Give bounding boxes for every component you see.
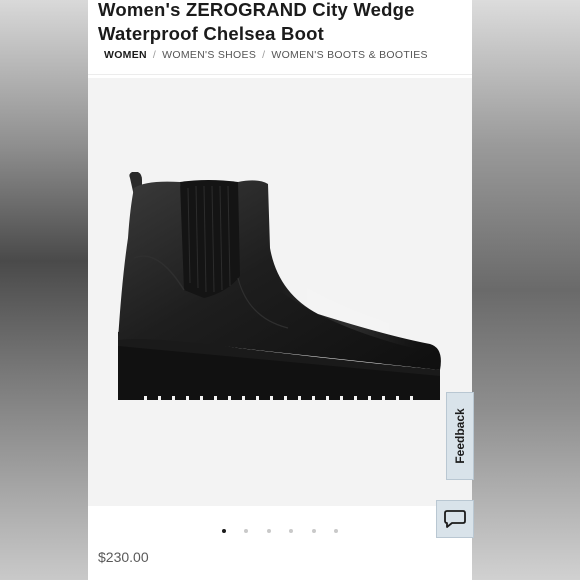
blurred-background-left <box>0 0 90 580</box>
feedback-tab[interactable]: Feedback <box>446 392 474 480</box>
breadcrumb-separator: / <box>152 49 157 61</box>
gallery-pagination <box>88 522 472 540</box>
product-title-line1: Women's ZEROGRAND City Wedge <box>98 0 415 21</box>
breadcrumb: WOMEN / WOMEN'S SHOES / WOMEN'S BOOTS & BOOT… <box>104 49 428 61</box>
gallery-dot[interactable] <box>289 528 294 533</box>
feedback-label: Feedback <box>453 408 467 464</box>
breadcrumb-womens-shoes[interactable]: WOMEN'S SHOES <box>162 49 256 61</box>
gallery-dot[interactable] <box>334 528 339 533</box>
divider <box>88 74 472 75</box>
product-image[interactable] <box>88 78 472 506</box>
product-page: Women's ZEROGRAND City Wedge Waterproof … <box>88 0 472 580</box>
breadcrumb-womens-boots-booties[interactable]: WOMEN'S BOOTS & BOOTIES <box>271 49 428 61</box>
product-title-line2: Waterproof Chelsea Boot <box>98 23 324 45</box>
breadcrumb-women[interactable]: WOMEN <box>104 49 147 61</box>
chat-button[interactable] <box>436 500 474 538</box>
breadcrumb-separator: / <box>262 49 266 61</box>
blurred-background-right <box>470 0 580 580</box>
product-title: Women's ZEROGRAND City Wedge Waterproof … <box>98 0 468 46</box>
gallery-dot[interactable] <box>266 528 271 533</box>
chat-bubble-icon <box>444 510 466 528</box>
product-price: $230.00 <box>98 549 149 565</box>
gallery-dot-active[interactable] <box>221 528 226 533</box>
gallery-dot[interactable] <box>244 528 249 533</box>
gallery-dot[interactable] <box>311 528 316 533</box>
boot-illustration <box>118 172 441 402</box>
